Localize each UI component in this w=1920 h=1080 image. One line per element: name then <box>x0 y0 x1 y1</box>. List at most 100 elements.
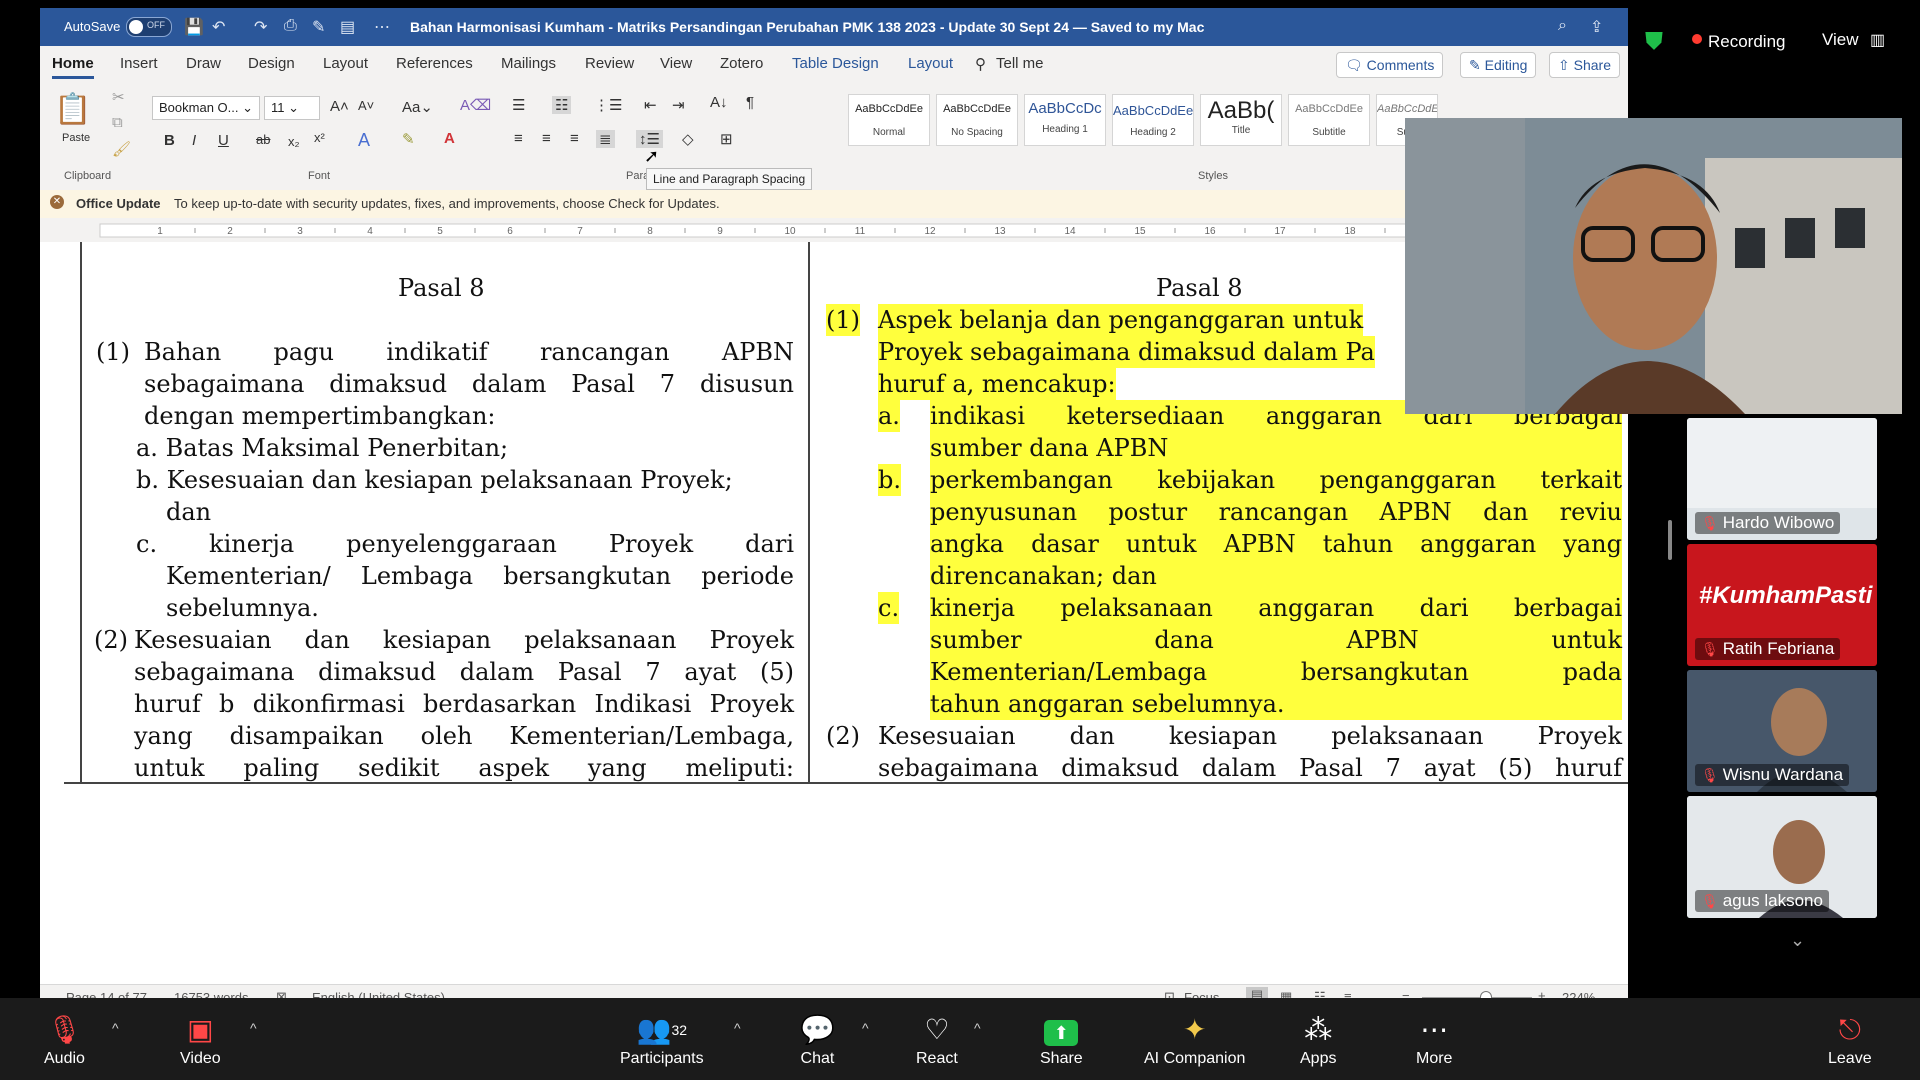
change-case-icon[interactable]: Aa⌄ <box>402 98 433 116</box>
align-left-icon[interactable]: ≡ <box>514 130 523 147</box>
leave-button[interactable]: ⎋ Leave <box>1828 1012 1872 1068</box>
sort-icon[interactable]: A↓ <box>710 94 728 111</box>
search-icon[interactable]: ⌕ <box>1558 17 1567 35</box>
video-button[interactable]: ▣ Video <box>180 1012 221 1068</box>
multilevel-list-icon[interactable]: ⋮☰ <box>594 96 622 114</box>
font-size-select[interactable]: 11 ⌄ <box>264 96 320 120</box>
participant-tile[interactable]: #KumhamPasti 🎙 Ratih Febriana <box>1687 544 1877 666</box>
active-speaker-video[interactable] <box>1405 118 1902 414</box>
superscript-button[interactable]: x² <box>314 130 325 145</box>
ruler[interactable]: 12345678910111213141516171819 <box>40 218 1628 243</box>
text-effects-icon[interactable]: A <box>358 130 370 151</box>
tab-references[interactable]: References <box>396 55 473 72</box>
comments-button[interactable]: 🗨 Comments <box>1336 52 1444 78</box>
cut-icon[interactable]: ✂ <box>112 88 125 106</box>
increase-indent-icon[interactable]: ⇥ <box>672 96 685 114</box>
zoom-slider-thumb[interactable] <box>1480 991 1492 998</box>
video-options-icon[interactable]: ^ <box>250 1020 257 1036</box>
zoom-in-icon[interactable]: + <box>1538 988 1546 998</box>
font-color-icon[interactable]: A <box>444 130 455 147</box>
tab-insert[interactable]: Insert <box>120 55 158 72</box>
tell-me[interactable]: Tell me <box>996 55 1044 72</box>
autosave-toggle[interactable]: OFF <box>126 17 172 37</box>
recording-label[interactable]: Recording <box>1708 32 1786 52</box>
panel-resize-handle[interactable] <box>1668 520 1672 560</box>
word-count[interactable]: 16753 words <box>174 990 248 998</box>
tab-home[interactable]: Home <box>52 55 94 79</box>
react-button[interactable]: ♡ React <box>916 1012 958 1068</box>
tab-review[interactable]: Review <box>585 55 634 72</box>
italic-button[interactable]: I <box>192 132 196 149</box>
style-heading-2[interactable]: AaBbCcDdEe Heading 2 <box>1112 94 1194 146</box>
react-options-icon[interactable]: ^ <box>974 1020 981 1036</box>
print-layout-icon[interactable]: ▤ <box>1246 987 1268 998</box>
outline-icon[interactable]: ☷ <box>1314 989 1326 998</box>
scroll-down-icon[interactable]: ⌄ <box>1790 930 1805 951</box>
tab-zotero[interactable]: Zotero <box>720 55 763 72</box>
align-right-icon[interactable]: ≡ <box>570 130 579 147</box>
proofing-icon[interactable]: ⊠ <box>276 989 287 998</box>
zoom-level[interactable]: 224% <box>1562 990 1595 998</box>
share-window-icon[interactable]: ⇪ <box>1590 17 1603 37</box>
tab-table-design[interactable]: Table Design <box>792 55 879 72</box>
pen-icon[interactable]: ✎ <box>312 17 325 37</box>
justify-icon[interactable]: ≣ <box>596 130 615 148</box>
chat-options-icon[interactable]: ^ <box>862 1020 869 1036</box>
paste-icon[interactable]: 📋 <box>54 92 91 127</box>
more-button[interactable]: ⋯ More <box>1416 1012 1452 1068</box>
save-icon[interactable]: 💾 <box>184 17 204 37</box>
underline-button[interactable]: U <box>218 132 229 149</box>
draft-icon[interactable]: ≡ <box>1344 989 1352 998</box>
ai-companion-button[interactable]: ✦ AI Companion <box>1144 1012 1245 1068</box>
security-shield-icon[interactable]: ⛊ <box>1645 28 1667 55</box>
copy-icon[interactable]: ⧉ <box>112 114 123 131</box>
tab-draw[interactable]: Draw <box>186 55 221 72</box>
focus-icon[interactable]: ⊡ <box>1164 989 1175 998</box>
document-area[interactable]: Pasal 8 (1) Bahan pagu indikatif rancang… <box>40 242 1628 984</box>
web-layout-icon[interactable]: ▦ <box>1280 989 1292 998</box>
apps-button[interactable]: ⁂ Apps <box>1300 1012 1336 1068</box>
zoom-out-icon[interactable]: − <box>1402 988 1410 998</box>
tab-layout[interactable]: Layout <box>323 55 368 72</box>
participant-tile[interactable]: 🎙 Hardo Wibowo <box>1687 418 1877 540</box>
tab-mailings[interactable]: Mailings <box>501 55 556 72</box>
strikethrough-button[interactable]: ab <box>256 132 270 147</box>
format-painter-icon[interactable]: 🖌 <box>112 140 131 158</box>
shading-icon[interactable]: ◇ <box>682 130 694 148</box>
audio-options-icon[interactable]: ^ <box>112 1020 119 1036</box>
view-button[interactable]: View <box>1822 30 1859 50</box>
grow-font-icon[interactable]: A˄ <box>330 98 349 115</box>
bullets-icon[interactable]: ☰ <box>512 96 525 114</box>
document-title[interactable]: Bahan Harmonisasi Kumham - Matriks Persa… <box>410 19 1204 35</box>
tab-table-layout[interactable]: Layout <box>908 55 953 72</box>
share-button[interactable]: ⇧ Share <box>1549 52 1620 78</box>
undo-icon[interactable]: ↶ <box>212 17 225 37</box>
participant-tile[interactable]: 🎙 Wisnu Wardana <box>1687 670 1877 792</box>
language[interactable]: English (United States) <box>312 990 445 998</box>
style-title[interactable]: AaBb(Title <box>1200 94 1282 146</box>
show-formatting-icon[interactable]: ¶ <box>746 94 754 111</box>
style-subtitle[interactable]: AaBbCcDdEe Subtitle <box>1288 94 1370 146</box>
close-icon[interactable]: ✕ <box>50 195 64 209</box>
style-normal[interactable]: AaBbCcDdEe Normal <box>848 94 930 146</box>
numbering-icon[interactable]: ☷ <box>552 96 572 114</box>
participants-options-icon[interactable]: ^ <box>734 1020 741 1036</box>
style-no-spacing[interactable]: AaBbCcDdEe No Spacing <box>936 94 1018 146</box>
borders-icon[interactable]: ⊞ <box>720 130 733 148</box>
edit-doc-icon[interactable]: ▤ <box>340 17 355 37</box>
page-count[interactable]: Page 14 of 77 <box>66 990 147 998</box>
paste-label[interactable]: Paste <box>62 132 90 144</box>
share-screen-button[interactable]: ⬆ Share <box>1040 1012 1083 1068</box>
chat-button[interactable]: 💬 Chat <box>800 1012 835 1068</box>
participants-button[interactable]: 👥32 Participants <box>620 1012 704 1068</box>
subscript-button[interactable]: x₂ <box>288 134 300 149</box>
tab-view[interactable]: View <box>660 55 692 72</box>
editing-button[interactable]: ✎ Editing <box>1460 52 1537 78</box>
highlight-icon[interactable]: ✎ <box>402 130 415 148</box>
more-icon[interactable]: ⋯ <box>374 17 390 37</box>
clear-format-icon[interactable]: A⌫ <box>460 96 491 114</box>
style-heading-1[interactable]: AaBbCcDc Heading 1 <box>1024 94 1106 146</box>
bold-button[interactable]: B <box>164 132 175 149</box>
align-center-icon[interactable]: ≡ <box>542 130 551 147</box>
decrease-indent-icon[interactable]: ⇤ <box>644 96 657 114</box>
